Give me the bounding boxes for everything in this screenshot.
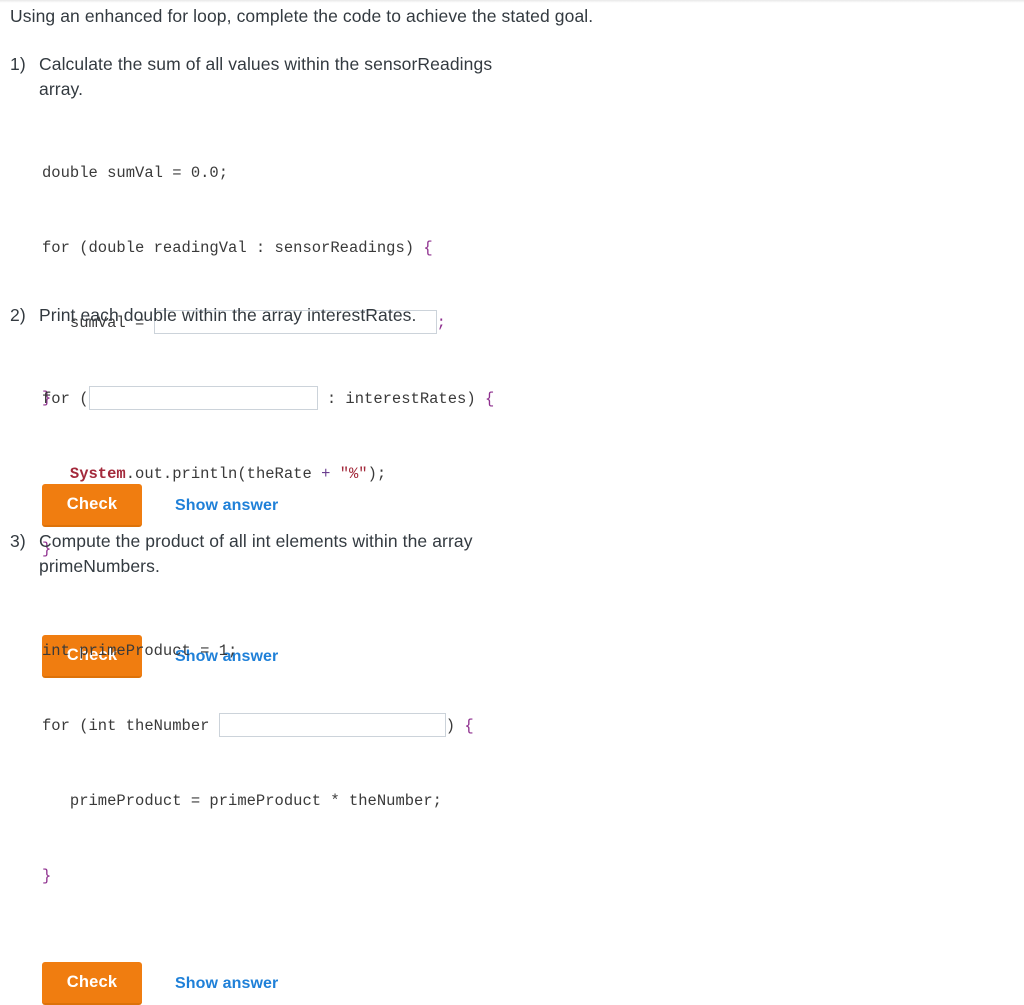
code-text: for (double readingVal : sensorReadings) [42,239,424,257]
answer-input-2[interactable] [88,386,318,410]
problem-1-heading: 1) Calculate the sum of all values withi… [10,52,1010,102]
plus-operator: + [321,465,331,483]
show-answer-link-3[interactable]: Show answer [175,975,278,993]
problem-3: 3) Compute the product of all int elemen… [10,529,1010,1005]
code-line-with-input: for ( : interestRates) { [42,386,1010,412]
code-line: int primeProduct = 1; [42,642,238,660]
instructions-text: Using an enhanced for loop, complete the… [10,6,594,26]
check-button-3[interactable]: Check [42,962,142,1005]
top-edge-strip [0,0,1024,3]
problem-1-number: 1) [10,54,26,74]
close-brace: } [42,867,52,885]
open-brace: { [423,239,433,257]
problem-3-heading: 3) Compute the product of all int elemen… [10,529,1010,579]
code-line-with-input: for (int theNumber ) { [42,713,1010,739]
code-line: } [42,864,1010,889]
problem-3-actions: Check Show answer [42,962,1010,1005]
problem-2-number: 2) [10,305,26,325]
answer-input-3[interactable] [218,713,446,737]
string-literal: "%" [339,465,368,483]
problem-3-number: 3) [10,531,26,551]
code-text: ) [445,717,465,736]
code-line: primeProduct = primeProduct * theNumber; [42,792,442,810]
code-text: .out.println(theRate [125,465,322,483]
problem-2-prompt: Print each double within the array inter… [39,305,417,325]
code-text: for ( [42,390,89,409]
code-line: System.out.println(theRate + "%"); [42,462,1010,487]
problem-3-prompt: Compute the product of all int elements … [39,531,473,576]
problem-3-code-block: int primeProduct = 1; for (int theNumber… [42,589,1010,939]
code-text: ); [367,465,387,483]
code-text: : interestRates) [317,390,485,409]
problem-2-heading: 2) Print each double within the array in… [10,303,1010,328]
code-line: for (double readingVal : sensorReadings)… [42,236,1010,261]
open-brace: { [464,717,474,736]
open-brace: { [484,390,495,409]
code-text: for (int theNumber [42,717,219,736]
code-line: double sumVal = 0.0; [42,164,229,182]
problem-1-prompt: Calculate the sum of all values within t… [39,54,493,99]
class-name-token: System [69,465,126,483]
